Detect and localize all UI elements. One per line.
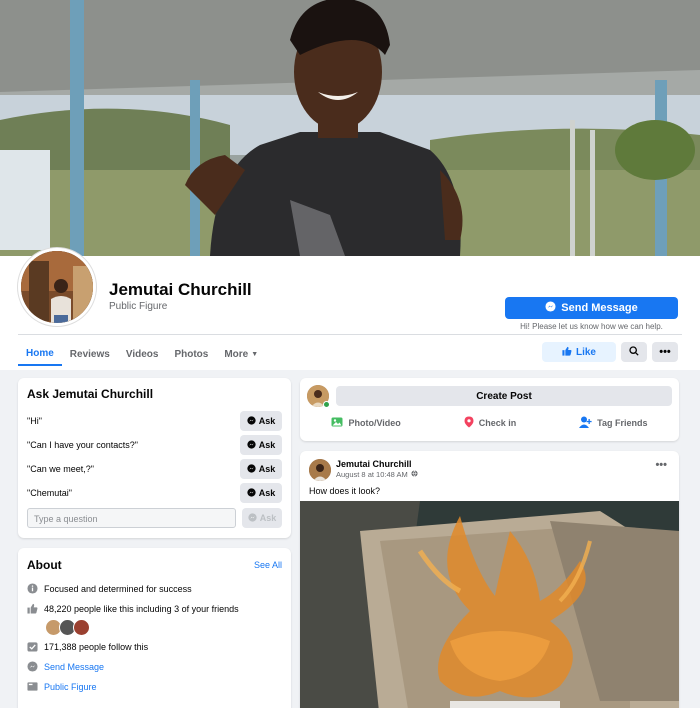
page-tabs: Home Reviews Videos Photos More ▼ — [18, 342, 266, 370]
about-title: About — [27, 558, 62, 572]
create-post-card: Create Post Photo/Video Check in Tag Fri… — [300, 378, 679, 441]
location-pin-icon — [464, 416, 474, 430]
page-header: Jemutai Churchill Public Figure Send Mes… — [0, 248, 700, 370]
create-post-button[interactable]: Create Post — [336, 386, 672, 406]
about-card: About See All Focused and determined for… — [18, 548, 291, 708]
cover-photo[interactable] — [0, 0, 700, 256]
divider — [18, 334, 682, 335]
online-status-dot — [323, 401, 330, 408]
tab-videos[interactable]: Videos — [118, 342, 167, 366]
page-title: Jemutai Churchill — [109, 280, 252, 299]
ask-question-row: "Can we meet,?" Ask — [27, 459, 282, 479]
about-description: Focused and determined for success — [27, 583, 192, 594]
messenger-icon — [247, 463, 256, 475]
profile-picture[interactable] — [18, 248, 96, 326]
category-icon — [27, 681, 38, 692]
post-author-name[interactable]: Jemutai Churchill — [336, 459, 412, 469]
ask-button[interactable]: Ask — [240, 435, 282, 455]
messenger-icon — [247, 439, 256, 451]
messenger-icon — [247, 415, 256, 427]
messenger-icon — [545, 301, 556, 315]
messenger-icon — [248, 512, 257, 524]
send-message-button[interactable]: Send Message — [505, 297, 678, 319]
about-send-message[interactable]: Send Message — [27, 661, 104, 672]
post-card: Jemutai Churchill August 8 at 10:48 AM •… — [300, 451, 679, 708]
about-category[interactable]: Public Figure — [27, 681, 97, 692]
ask-button[interactable]: Ask — [240, 459, 282, 479]
tab-more[interactable]: More ▼ — [216, 342, 266, 366]
thumbs-up-icon — [562, 346, 572, 359]
post-image[interactable] — [300, 501, 679, 708]
facebook-page: Jemutai Churchill Public Figure Send Mes… — [0, 0, 700, 708]
messenger-icon — [247, 487, 256, 499]
ask-question-input[interactable]: Type a question — [27, 508, 236, 528]
more-options-button[interactable]: ••• — [652, 342, 678, 362]
send-message-hint: Hi! Please let us know how we can help. — [520, 322, 663, 331]
page-category: Public Figure — [109, 301, 168, 312]
see-all-link[interactable]: See All — [254, 560, 282, 570]
globe-icon — [411, 470, 418, 479]
photo-video-button[interactable]: Photo/Video — [331, 416, 401, 430]
ask-card: Ask Jemutai Churchill "Hi" Ask "Can I ha… — [18, 378, 291, 538]
ask-question-row: "Hi" Ask — [27, 411, 282, 431]
post-options-button[interactable]: ••• — [655, 459, 667, 471]
info-icon — [27, 583, 38, 594]
post-author-avatar[interactable] — [309, 459, 331, 481]
ask-button[interactable]: Ask — [240, 411, 282, 431]
ask-question-row: "Chemutai" Ask — [27, 483, 282, 503]
avatar[interactable] — [73, 619, 90, 636]
post-timestamp[interactable]: August 8 at 10:48 AM — [336, 470, 418, 479]
post-text: How does it look? — [309, 486, 381, 496]
ask-title: Ask Jemutai Churchill — [27, 387, 154, 401]
like-button[interactable]: Like — [542, 342, 616, 362]
ask-submit-button[interactable]: Ask — [242, 508, 282, 528]
tab-home[interactable]: Home — [18, 342, 62, 366]
tab-photos[interactable]: Photos — [166, 342, 216, 366]
create-post-actions: Photo/Video Check in Tag Friends — [300, 416, 679, 430]
tag-friends-button[interactable]: Tag Friends — [579, 416, 648, 430]
friends-avatars[interactable] — [45, 619, 90, 636]
ask-question-row: "Can I have your contacts?" Ask — [27, 435, 282, 455]
check-in-button[interactable]: Check in — [464, 416, 516, 430]
caret-down-icon: ▼ — [251, 350, 259, 358]
tag-friends-icon — [579, 416, 592, 430]
send-message-label: Send Message — [561, 302, 638, 314]
messenger-icon — [27, 661, 38, 672]
ask-button[interactable]: Ask — [240, 483, 282, 503]
about-followers: 171,388 people follow this — [27, 641, 148, 652]
search-button[interactable] — [621, 342, 647, 362]
follow-check-icon — [27, 641, 38, 652]
tab-reviews[interactable]: Reviews — [62, 342, 118, 366]
search-icon — [629, 343, 639, 361]
about-likes: 48,220 people like this including 3 of y… — [27, 603, 239, 614]
thumbs-up-icon — [27, 603, 38, 614]
photo-icon — [331, 416, 343, 430]
